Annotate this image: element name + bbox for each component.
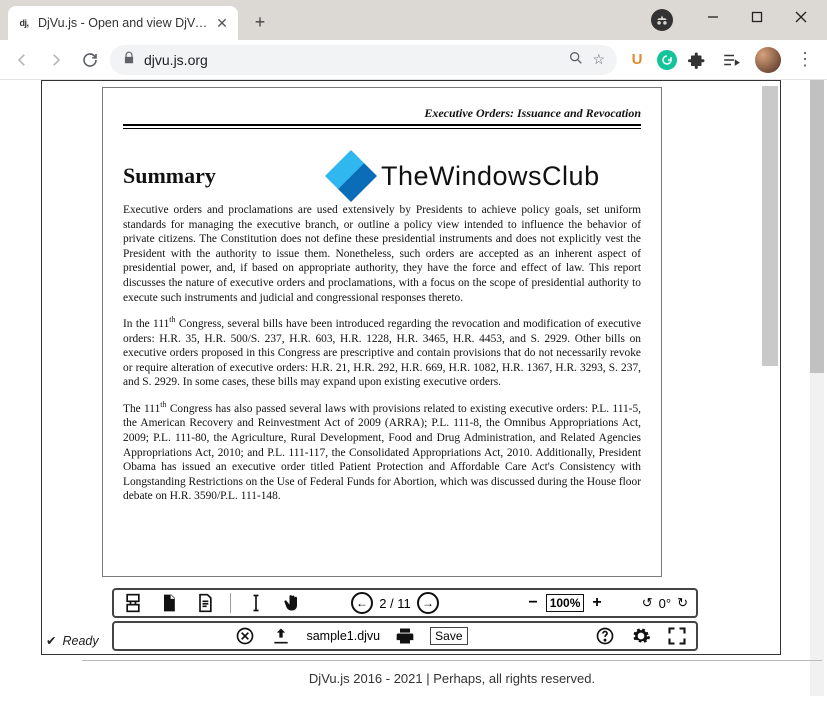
zoom-indicator-icon[interactable] — [568, 50, 584, 69]
save-button[interactable]: Save — [430, 627, 467, 645]
cursor-hand-icon[interactable] — [281, 592, 303, 614]
close-file-icon[interactable] — [234, 625, 256, 647]
lock-icon — [122, 51, 136, 68]
bookmark-star-icon[interactable]: ☆ — [592, 51, 605, 68]
watermark-logo-icon — [325, 150, 377, 202]
view-mode-text-icon[interactable] — [194, 592, 216, 614]
viewer-toolbar-main: ← 2 / 11 → − 100% + ↺ 0° ↻ — [112, 588, 698, 618]
tab-favicon: dj, — [16, 15, 32, 31]
window-close-icon[interactable] — [779, 2, 823, 32]
doc-paragraph: The 111th Congress has also passed sever… — [123, 400, 641, 504]
fullscreen-icon[interactable] — [666, 625, 688, 647]
status-text: Ready — [62, 634, 98, 648]
incognito-indicator-icon[interactable] — [651, 9, 673, 31]
viewer-toolbar-secondary: sample1.djvu Save — [112, 621, 698, 651]
window-minimize-icon[interactable] — [691, 2, 735, 32]
url-text: djvu.js.org — [144, 52, 560, 68]
nav-back-icon[interactable] — [8, 46, 36, 74]
rotation-value: 0° — [659, 596, 671, 611]
window-controls — [691, 2, 823, 32]
tab-close-icon[interactable]: ✕ — [214, 15, 230, 32]
rotate-cw-icon[interactable]: ↻ — [677, 595, 688, 611]
browser-tab[interactable]: dj, DjVu.js - Open and view DjVu on ✕ — [8, 6, 238, 40]
file-name-label: sample1.djvu — [306, 629, 380, 643]
new-tab-button[interactable]: + — [246, 8, 274, 36]
extensions-puzzle-icon[interactable] — [683, 46, 711, 74]
browser-toolbar: djvu.js.org ☆ U ⋮ — [0, 40, 827, 80]
media-control-icon[interactable] — [717, 46, 745, 74]
window-maximize-icon[interactable] — [735, 2, 779, 32]
help-icon[interactable] — [594, 625, 616, 647]
view-mode-single-icon[interactable] — [158, 592, 180, 614]
viewer-status: ✔ Ready — [46, 633, 99, 648]
settings-gear-icon[interactable] — [630, 625, 652, 647]
footer-text: DjVu.js 2016 - 2021 | Perhaps, all right… — [309, 671, 595, 686]
djvu-viewer: Executive Orders: Issuance and Revocatio… — [41, 80, 781, 655]
status-ready-icon: ✔ — [46, 633, 56, 648]
browser-titlebar: dj, DjVu.js - Open and view DjVu on ✕ + — [0, 0, 827, 40]
watermark-text: TheWindowsClub — [381, 161, 600, 192]
page-footer: DjVu.js 2016 - 2021 | Perhaps, all right… — [82, 660, 822, 686]
page-navigator: ← 2 / 11 → — [351, 592, 439, 614]
nav-reload-icon[interactable] — [76, 46, 104, 74]
prev-page-button[interactable]: ← — [351, 592, 373, 614]
print-icon[interactable] — [394, 625, 416, 647]
tab-title: DjVu.js - Open and view DjVu on — [38, 16, 208, 30]
doc-paragraph: Executive orders and proclamations are u… — [123, 203, 641, 305]
doc-paragraph: In the 111th Congress, several bills hav… — [123, 315, 641, 390]
watermark: TheWindowsClub — [325, 150, 600, 202]
upload-file-icon[interactable] — [270, 625, 292, 647]
zoom-controls: − 100% + — [528, 594, 601, 612]
extension-u-icon[interactable]: U — [623, 46, 651, 74]
address-bar[interactable]: djvu.js.org ☆ — [110, 45, 617, 75]
nav-forward-icon[interactable] — [42, 46, 70, 74]
cursor-text-select-icon[interactable] — [245, 592, 267, 614]
view-mode-continuous-icon[interactable] — [122, 592, 144, 614]
page-content: Executive Orders: Issuance and Revocatio… — [0, 80, 827, 705]
rotate-ccw-icon[interactable]: ↺ — [642, 595, 653, 611]
page-indicator[interactable]: 2 / 11 — [377, 596, 413, 611]
document-scrollbar-thumb[interactable] — [762, 86, 778, 366]
page-scrollbar-thumb[interactable] — [810, 80, 824, 373]
document-page[interactable]: Executive Orders: Issuance and Revocatio… — [102, 87, 662, 577]
doc-body: Executive orders and proclamations are u… — [123, 203, 641, 504]
zoom-out-button[interactable]: − — [528, 594, 537, 612]
profile-avatar[interactable] — [755, 47, 781, 73]
browser-menu-icon[interactable]: ⋮ — [791, 46, 819, 74]
zoom-in-button[interactable]: + — [592, 594, 601, 612]
extension-grammarly-icon[interactable] — [657, 50, 677, 70]
next-page-button[interactable]: → — [417, 592, 439, 614]
zoom-value[interactable]: 100% — [546, 594, 585, 612]
doc-running-header: Executive Orders: Issuance and Revocatio… — [123, 106, 641, 124]
rotation-controls: ↺ 0° ↻ — [642, 595, 688, 611]
